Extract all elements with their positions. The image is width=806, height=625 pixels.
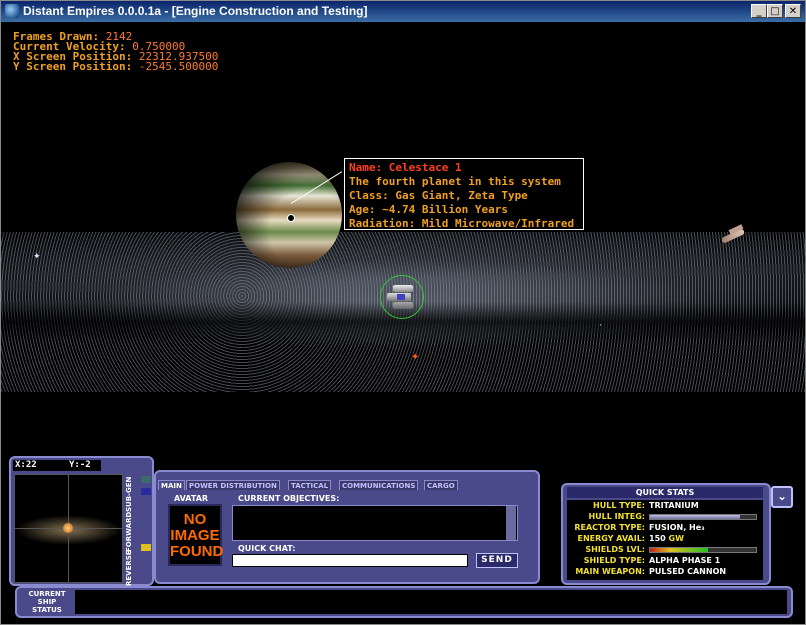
stat-reactor-type: REACTOR TYPE: FUSION, He₃ — [567, 523, 763, 534]
throttle-position-indicator[interactable] — [141, 544, 151, 551]
stat-label: REACTOR TYPE: — [574, 523, 645, 532]
radar-panel: X:22 Y:-2 SUB-GEN FORWARD REVERSE — [9, 456, 154, 586]
tab-tactical[interactable]: TACTICAL — [288, 480, 332, 490]
stat-hull-type: HULL TYPE: TRITANIUM — [567, 501, 763, 512]
ship-status-display — [75, 590, 787, 614]
maximize-button[interactable]: □ — [767, 4, 783, 18]
stat-label: SHIELD TYPE: — [583, 556, 645, 565]
avatar: NO IMAGE FOUND — [168, 504, 224, 566]
reverse-label: REVERSE — [125, 550, 133, 586]
objectives-scrollbar[interactable] — [506, 506, 516, 540]
radar-x-value: 22 — [25, 460, 37, 470]
radar-y-label: Y: — [69, 460, 80, 470]
stat-value: ALPHA PHASE 1 — [649, 556, 721, 565]
ship-status-label: CURRENT SHIP STATUS — [23, 590, 71, 614]
stat-value: FUSION, He₃ — [649, 523, 705, 532]
planet-info-tooltip: Name: Celestace 1 The fourth planet in t… — [344, 158, 584, 230]
quick-stats-panel: QUICK STATS HULL TYPE: TRITANIUM HULL INT… — [561, 483, 771, 585]
stat-shield-type: SHIELD TYPE: ALPHA PHASE 1 — [567, 556, 763, 567]
stat-label: HULL TYPE: — [593, 501, 645, 510]
planet-name-label: Name: — [349, 161, 383, 174]
chevron-down-icon: ⌄ — [776, 489, 788, 503]
waypoint-marker-icon: ✦ — [411, 352, 420, 363]
player-ship-icon[interactable] — [387, 285, 417, 309]
minimize-button[interactable]: _ — [751, 4, 767, 18]
send-button[interactable]: SEND — [476, 553, 518, 568]
objectives-list[interactable] — [232, 505, 518, 541]
sub-gen-indicator[interactable] — [141, 476, 151, 483]
close-button[interactable]: ✕ — [785, 4, 801, 18]
title-bar[interactable]: Distant Empires 0.0.0.1a - [Engine Const… — [1, 1, 805, 22]
radar-x-label: X: — [15, 460, 26, 470]
stat-value: PULSED CANNON — [649, 567, 727, 576]
stat-label: MAIN WEAPON: — [575, 567, 645, 576]
ship-status-bar: CURRENT SHIP STATUS — [15, 586, 793, 618]
status-label-line: SHIP — [37, 598, 57, 606]
tab-power-distribution[interactable]: POWER DISTRIBUTION — [186, 480, 280, 490]
star-icon: ✦ — [33, 252, 41, 262]
planet-age: Age: ~4.74 Billion Years — [349, 203, 508, 216]
tab-communications[interactable]: COMMUNICATIONS — [339, 480, 419, 490]
radar-coordinates: X:22 Y:-2 — [13, 460, 101, 471]
stat-hull-integrity: HULL INTEG: — [567, 512, 763, 523]
planet-target-pin — [287, 214, 295, 222]
collapse-stats-button[interactable]: ⌄ — [771, 486, 793, 508]
quick-chat-label: QUICK CHAT: — [238, 544, 296, 553]
quick-stats-title: QUICK STATS — [567, 487, 763, 498]
stat-value: 150 — [649, 534, 666, 543]
ship-console: X:22 Y:-2 SUB-GEN FORWARD REVERSE MAIN P… — [1, 456, 805, 624]
stat-shields-level: SHIELDS LVL: — [567, 545, 763, 556]
tab-main[interactable]: MAIN — [158, 480, 185, 490]
avatar-placeholder-text: IMAGE — [170, 527, 220, 544]
avatar-placeholder-text: NO — [183, 511, 207, 528]
avatar-placeholder-text: FOUND — [170, 543, 224, 560]
app-icon — [5, 4, 19, 18]
planet-name-row: Name: Celestace 1 — [349, 161, 579, 175]
hud-value: -2545.500000 — [138, 60, 219, 73]
forward-throttle-indicator[interactable] — [141, 488, 151, 495]
stat-main-weapon: MAIN WEAPON: PULSED CANNON — [567, 567, 763, 578]
tab-cargo[interactable]: CARGO — [424, 480, 458, 490]
sub-gen-label: SUB-GEN — [125, 476, 133, 512]
quick-chat-input[interactable] — [232, 554, 468, 567]
stat-label: SHIELDS LVL: — [585, 545, 645, 554]
distant-ship-icon[interactable] — [720, 224, 749, 245]
stat-unit: GW — [668, 534, 684, 543]
planet-name-value: Celestace 1 — [388, 161, 462, 174]
game-window: Distant Empires 0.0.0.1a - [Engine Const… — [0, 0, 806, 625]
hull-integrity-bar — [649, 514, 757, 520]
radar-y-value: -2 — [79, 460, 91, 470]
status-label-line: CURRENT — [28, 590, 66, 598]
avatar-label: AVATAR — [174, 494, 209, 503]
planet-class: Class: Gas Giant, Zeta Type — [349, 189, 528, 202]
hud-y-position: Y Screen Position: -2545.500000 — [13, 60, 218, 73]
status-label-line: STATUS — [32, 606, 62, 614]
star-icon: · — [599, 321, 602, 331]
stat-label: ENERGY AVAIL: — [577, 534, 645, 543]
radar-ship-blip — [63, 523, 73, 533]
objectives-label: CURRENT OBJECTIVES: — [238, 494, 340, 503]
window-title: Distant Empires 0.0.0.1a - [Engine Const… — [23, 4, 368, 18]
space-viewport[interactable]: ✦ · Frames Drawn: 2142 Current Velocity:… — [1, 22, 805, 456]
stat-energy-available: ENERGY AVAIL: 150 GW — [567, 534, 763, 545]
shields-level-bar — [649, 547, 757, 553]
planet-radiation: Radiation: Mild Microwave/Infrared — [349, 217, 575, 230]
main-control-panel: MAIN POWER DISTRIBUTION TACTICAL COMMUNI… — [154, 470, 540, 584]
stat-value: TRITANIUM — [649, 501, 699, 510]
quick-stats-list: HULL TYPE: TRITANIUM HULL INTEG: REACTOR … — [567, 500, 763, 580]
radar-screen[interactable] — [14, 474, 123, 583]
hud-label: Y Screen Position: — [13, 60, 133, 73]
forward-label: FORWARD — [125, 511, 133, 552]
stat-label: HULL INTEG: — [588, 512, 645, 521]
planet-description: The fourth planet in this system — [349, 175, 561, 188]
